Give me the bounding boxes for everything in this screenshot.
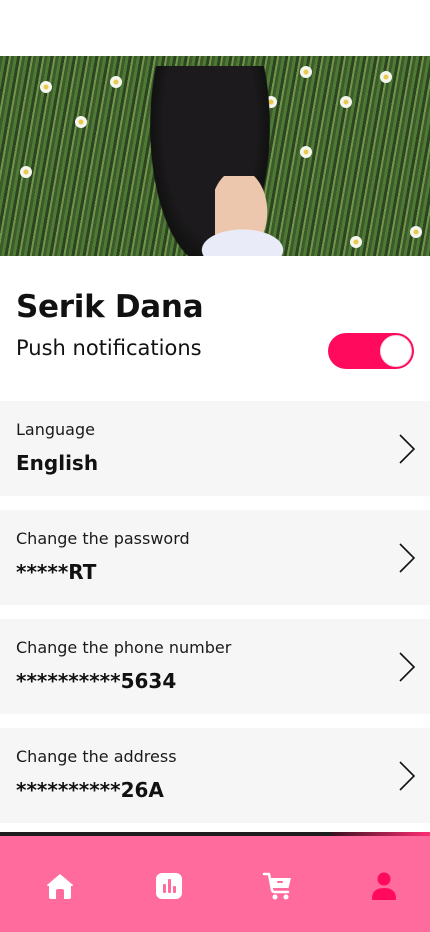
profile-icon	[372, 872, 396, 900]
tab-active-indicator	[332, 832, 430, 836]
chevron-right-icon	[399, 434, 416, 464]
tab-cart[interactable]	[258, 866, 298, 906]
setting-title: Change the password	[16, 529, 190, 548]
setting-title: Change the address	[16, 747, 177, 766]
setting-row-address[interactable]: Change the address **********26A	[0, 728, 430, 823]
setting-value: English	[16, 451, 99, 475]
setting-value: **********26A	[16, 778, 164, 802]
chevron-right-icon	[399, 543, 416, 573]
push-notifications-toggle[interactable]	[328, 333, 414, 369]
setting-row-language[interactable]: Language English	[0, 401, 430, 496]
toggle-knob	[380, 335, 412, 367]
tab-home[interactable]	[40, 866, 80, 906]
tab-profile[interactable]	[364, 866, 404, 906]
setting-value: **********5634	[16, 669, 177, 693]
setting-row-phone[interactable]: Change the phone number **********5634	[0, 619, 430, 714]
tab-stats[interactable]	[149, 866, 189, 906]
stats-icon	[156, 873, 182, 899]
profile-cover-photo	[0, 56, 430, 256]
profile-name: Serik Dana	[16, 289, 204, 325]
push-notifications-label: Push notifications	[16, 336, 202, 360]
home-icon	[47, 874, 73, 899]
setting-row-password[interactable]: Change the password *****RT	[0, 510, 430, 605]
bottom-tab-bar	[0, 832, 430, 932]
setting-title: Language	[16, 420, 95, 439]
cart-icon	[262, 872, 291, 900]
setting-title: Change the phone number	[16, 638, 232, 657]
chevron-right-icon	[399, 761, 416, 791]
setting-value: *****RT	[16, 560, 97, 584]
chevron-right-icon	[399, 652, 416, 682]
